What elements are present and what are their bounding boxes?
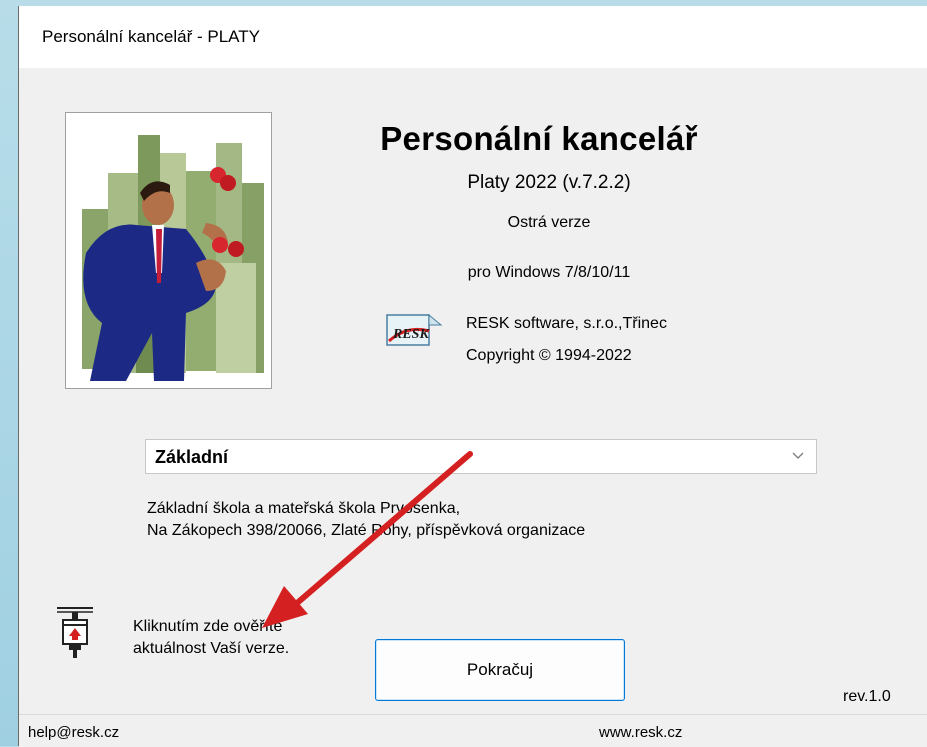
support-email: help@resk.cz (28, 724, 120, 741)
database-select[interactable]: Základní (145, 439, 817, 474)
chevron-down-icon[interactable] (790, 449, 806, 463)
update-check-link[interactable]: Kliknutím zde ověříte aktuálnost Vaší ve… (133, 616, 289, 660)
revision-label: rev.1.0 (843, 688, 891, 705)
businessman-illustration (66, 113, 271, 388)
app-window: Personální kancelář - PLATY Personální k… (18, 6, 927, 747)
company-name: RESK software, s.r.o.,Třinec (466, 315, 667, 332)
copyright: Copyright © 1994-2022 (466, 347, 632, 364)
update-check-icon[interactable] (51, 602, 99, 662)
update-check-line1: Kliknutím zde ověříte (133, 618, 283, 635)
title-bar: Personální kancelář - PLATY (19, 6, 927, 68)
status-bar: help@resk.cz www.resk.cz (19, 714, 927, 747)
resk-logo-icon: RESK (386, 313, 443, 346)
app-title: Personální kancelář (380, 120, 698, 157)
app-version: Platy 2022 (v.7.2.2) (467, 172, 631, 193)
update-check-line2: aktuálnost Vaší verze. (133, 640, 290, 657)
database-select-value: Základní (155, 447, 229, 467)
company-info: RESK software, s.r.o.,Třinec Copyright ©… (466, 308, 667, 372)
window-title: Personální kancelář - PLATY (42, 27, 260, 46)
website-link: www.resk.cz (599, 724, 683, 741)
organization-info: Základní škola a mateřská škola Prvosenk… (147, 498, 585, 542)
splash-illustration (65, 112, 272, 389)
organization-address: Na Zákopech 398/20066, Zlaté Rohy, přísp… (147, 522, 586, 539)
continue-button[interactable]: Pokračuj (375, 639, 625, 701)
organization-name: Základní škola a mateřská škola Prvosenk… (147, 500, 461, 517)
about-panel: Personální kancelář Platy 2022 (v.7.2.2)… (19, 68, 927, 714)
platform-info: pro Windows 7/8/10/11 (467, 264, 631, 281)
app-edition: Ostrá verze (507, 214, 591, 231)
svg-text:RESK: RESK (392, 327, 430, 342)
